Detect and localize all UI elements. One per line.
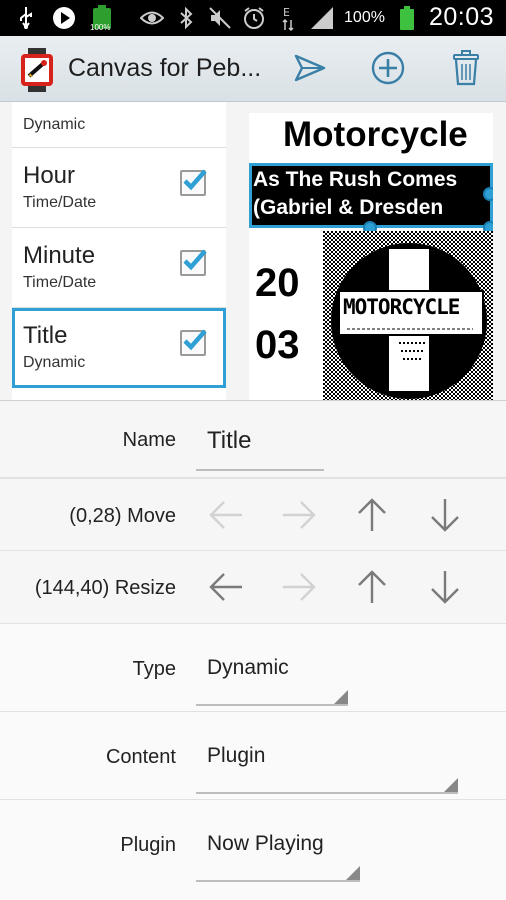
plugin-spinner-underline xyxy=(196,880,360,882)
title-checkbox[interactable] xyxy=(180,329,207,356)
content-row: Content Plugin xyxy=(0,712,506,800)
dropdown-arrow-icon xyxy=(444,778,458,792)
edge-network-icon: E xyxy=(276,6,300,31)
watchface-preview[interactable]: Motorcycle As The Rush Comes (Gabriel & … xyxy=(249,113,493,400)
arrow-up-icon xyxy=(358,498,386,531)
resize-label: (144,40) Resize xyxy=(34,577,176,599)
list-item-subtitle: Dynamic xyxy=(23,354,86,371)
content-value: Plugin xyxy=(207,744,266,767)
move-right-button[interactable] xyxy=(279,495,319,535)
arrow-up-icon xyxy=(358,570,386,603)
resize-right-button[interactable] xyxy=(279,567,319,607)
delete-button[interactable] xyxy=(446,49,486,91)
name-input[interactable]: Title xyxy=(207,427,251,455)
mute-icon xyxy=(208,6,232,30)
name-label: Name xyxy=(122,429,176,451)
arrow-right-icon xyxy=(283,501,316,529)
type-value: Dynamic xyxy=(207,656,289,679)
add-element-button[interactable] xyxy=(368,50,408,90)
status-time: 20:03 xyxy=(428,3,494,31)
trash-icon xyxy=(452,49,480,91)
check-icon xyxy=(183,249,207,271)
name-row: Name Title xyxy=(0,401,506,478)
send-button[interactable] xyxy=(290,50,330,90)
arrow-down-icon xyxy=(431,499,459,532)
resize-up-button[interactable] xyxy=(352,567,392,607)
minute-checkbox[interactable] xyxy=(180,249,207,276)
preview-title-element[interactable]: As The Rush Comes (Gabriel & Dresden xyxy=(249,163,493,228)
list-item-minute[interactable]: Minute Time/Date xyxy=(12,228,226,308)
content-label: Content xyxy=(105,746,176,768)
dropdown-arrow-icon xyxy=(346,866,360,880)
resize-down-button[interactable] xyxy=(425,567,465,607)
list-item-title-element[interactable]: Title Dynamic xyxy=(12,308,226,388)
small-battery-label: 100% xyxy=(90,23,111,32)
status-bar-notifications: 100% xyxy=(14,5,114,32)
arrow-down-icon xyxy=(431,571,459,604)
plugin-label: Plugin xyxy=(120,834,176,856)
preview-hour: 20 xyxy=(255,261,300,305)
preview-minute: 03 xyxy=(255,323,300,367)
small-battery-icon: 100% xyxy=(90,5,114,32)
dropdown-arrow-icon xyxy=(334,690,348,704)
preview-heading: Motorcycle xyxy=(283,115,468,154)
status-bar-system: E 100% 20:03 xyxy=(140,3,494,32)
type-spinner-underline xyxy=(196,704,348,706)
bluetooth-icon xyxy=(174,6,198,30)
list-item-hour[interactable]: Hour Time/Date xyxy=(12,148,226,228)
send-icon xyxy=(294,54,326,87)
resize-left-button[interactable] xyxy=(206,567,246,607)
svg-text:E: E xyxy=(283,6,290,19)
status-bar: 100% E 100% 20:03 xyxy=(0,0,506,36)
move-label: (0,28) Move xyxy=(69,505,176,527)
element-list: Dynamic Hour Time/Date Minute Time/Date … xyxy=(12,102,226,400)
list-item-subtitle: Time/Date xyxy=(23,194,97,211)
type-label: Type xyxy=(132,658,176,680)
name-input-underline xyxy=(196,469,324,471)
arrow-left-icon xyxy=(209,501,242,529)
album-art-image: MOTORCYCLE xyxy=(323,231,493,400)
alarm-icon xyxy=(242,6,266,30)
eye-icon xyxy=(140,6,165,30)
signal-icon xyxy=(310,6,334,30)
list-header[interactable]: Dynamic xyxy=(12,102,226,148)
content-spinner-underline xyxy=(196,792,458,794)
preview-title-line1: As The Rush Comes xyxy=(253,168,458,191)
move-up-button[interactable] xyxy=(352,495,392,535)
plugin-row: Plugin Now Playing xyxy=(0,800,506,900)
check-icon xyxy=(183,329,207,351)
element-settings-form: Name Title (0,28) Move (144,40) Resize T… xyxy=(0,400,506,900)
move-down-button[interactable] xyxy=(425,495,465,535)
preview-title-line2: (Gabriel & Dresden xyxy=(253,196,444,219)
app-logo-icon[interactable] xyxy=(20,48,54,92)
add-circle-icon xyxy=(371,51,405,90)
resize-handle-right[interactable] xyxy=(483,187,493,201)
check-icon xyxy=(183,169,207,191)
plugin-value: Now Playing xyxy=(207,832,324,855)
move-row: (0,28) Move xyxy=(0,478,506,551)
move-left-button[interactable] xyxy=(206,495,246,535)
hour-checkbox[interactable] xyxy=(180,169,207,196)
resize-row: (144,40) Resize xyxy=(0,551,506,624)
arrow-right-icon xyxy=(283,573,316,601)
arrow-left-icon xyxy=(209,573,242,601)
action-bar: Canvas for Peb... xyxy=(0,36,506,102)
usb-icon xyxy=(14,6,38,30)
battery-percent: 100% xyxy=(344,8,385,26)
battery-icon xyxy=(395,5,419,30)
list-item-subtitle: Time/Date xyxy=(23,274,97,291)
app-title: Canvas for Peb... xyxy=(68,54,262,82)
type-row: Type Dynamic xyxy=(0,624,506,712)
album-art-text: MOTORCYCLE xyxy=(343,295,460,319)
play-icon xyxy=(52,6,76,30)
